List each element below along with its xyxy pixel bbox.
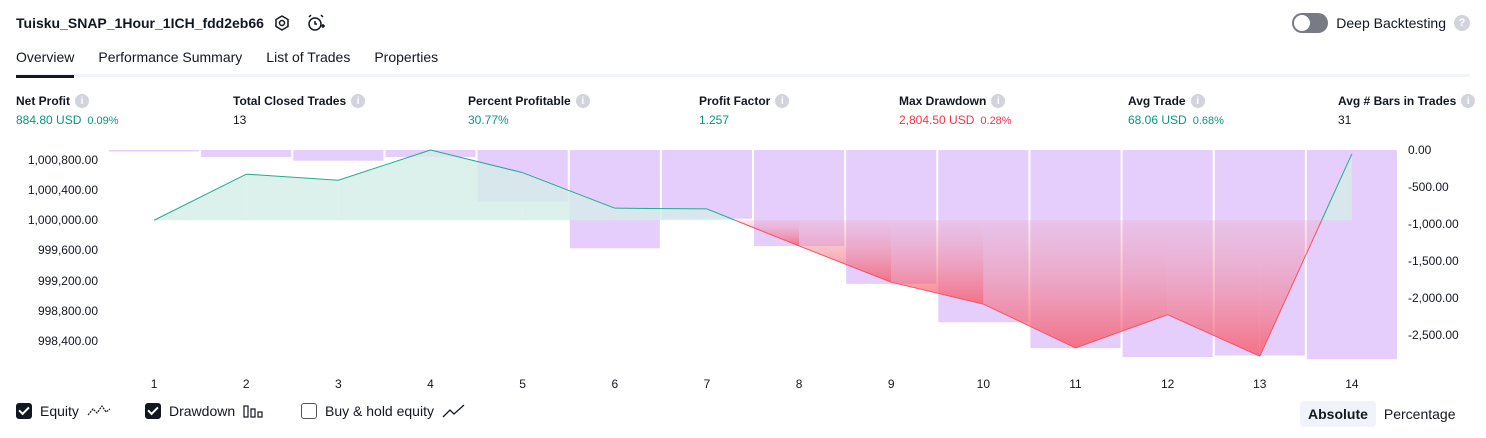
bar-chart-icon	[243, 405, 263, 418]
x-axis-tick: 12	[1160, 377, 1175, 391]
x-axis-tick: 1	[150, 377, 158, 391]
x-axis-tick: 4	[427, 377, 434, 391]
drawdown-checkbox[interactable]	[145, 403, 161, 419]
equity-drawdown-chart[interactable]	[0, 0, 1486, 438]
legend-equity[interactable]: Equity	[16, 403, 111, 419]
x-axis-tick: 10	[976, 377, 991, 391]
x-axis-tick: 14	[1345, 377, 1359, 391]
left-axis-tick: 1,000,800.00	[27, 152, 98, 167]
drawdown-label: Drawdown	[169, 403, 236, 419]
x-axis-tick: 3	[335, 377, 342, 391]
x-axis-tick: 6	[611, 377, 619, 391]
right-axis-tick: -2,000.00	[1408, 290, 1459, 305]
x-axis-tick: 7	[703, 377, 711, 391]
left-axis-tick: 998,400.00	[37, 334, 98, 349]
right-axis-tick: -500.00	[1408, 179, 1449, 194]
x-axis-tick: 5	[519, 377, 526, 391]
left-axis-tick: 999,600.00	[37, 243, 98, 258]
right-axis-tick: -1,000.00	[1408, 216, 1459, 231]
equity-area-negative	[983, 220, 1076, 348]
x-axis-tick: 11	[1069, 377, 1082, 391]
left-axis-tick: 1,000,000.00	[27, 213, 98, 228]
x-axis-tick: 2	[242, 377, 250, 391]
buy-hold-checkbox[interactable]	[301, 403, 317, 419]
drawdown-bar	[201, 150, 292, 158]
equity-area-positive	[246, 174, 339, 221]
absolute-button[interactable]: Absolute	[1300, 401, 1376, 427]
right-axis-tick: -2,500.00	[1408, 327, 1459, 342]
x-axis-tick: 13	[1253, 377, 1267, 391]
line-chart-icon	[442, 404, 465, 418]
equity-label: Equity	[40, 403, 79, 419]
legend-buy-hold[interactable]: Buy & hold equity	[301, 403, 466, 419]
equity-checkbox[interactable]	[16, 403, 32, 419]
right-axis-tick: -1,500.00	[1408, 253, 1459, 268]
percentage-button[interactable]: Percentage	[1376, 401, 1464, 427]
drawdown-bar	[109, 150, 200, 152]
left-axis-tick: 1,000,400.00	[27, 183, 98, 198]
equity-line-icon	[87, 404, 111, 416]
left-axis-tick: 998,800.00	[37, 303, 98, 318]
x-axis-tick: 9	[887, 377, 895, 391]
legend-drawdown[interactable]: Drawdown	[145, 403, 265, 419]
x-axis-tick: 8	[795, 377, 803, 391]
left-axis-tick: 999,200.00	[37, 273, 98, 288]
drawdown-bar	[293, 150, 384, 161]
right-axis-tick: 0.00	[1408, 143, 1432, 157]
equity-area-positive	[614, 208, 707, 221]
buy-hold-label: Buy & hold equity	[325, 403, 434, 419]
display-mode-switch: Absolute Percentage	[1300, 401, 1464, 427]
equity-area-negative	[891, 220, 984, 305]
